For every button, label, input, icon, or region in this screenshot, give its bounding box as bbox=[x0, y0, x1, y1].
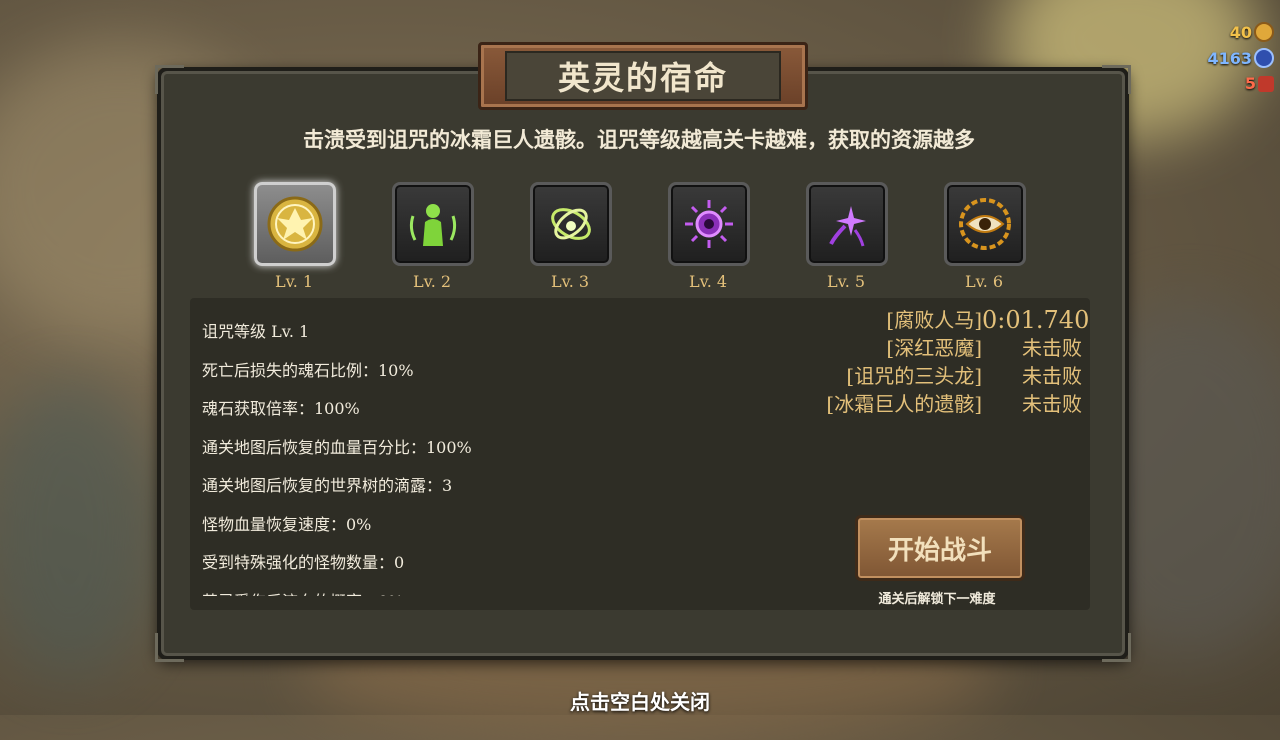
lives-counter: 5 bbox=[1245, 74, 1274, 93]
curse-level-label: Lv. 6 bbox=[964, 272, 1004, 291]
title-plate: 英灵的宿命 bbox=[478, 42, 808, 110]
soul-value: 4163 bbox=[1207, 48, 1252, 68]
stat-bleed-chance: 英灵受伤后流血的概率：0% bbox=[202, 588, 602, 597]
boss-record: [诅咒的三头龙] 未击败 bbox=[752, 362, 1082, 390]
curse-level-icon-frame[interactable] bbox=[254, 182, 336, 266]
boss-record: [腐败人马] 0:01.740 bbox=[752, 306, 1090, 334]
boss-records: [腐败人马] 0:01.740 [深红恶魔] 未击败 [诅咒的三头龙] 未击败 … bbox=[752, 306, 1090, 418]
boss-clear-time: 0:01.740 bbox=[982, 306, 1090, 334]
purple-eye-burst-icon bbox=[685, 200, 733, 248]
stat-monster-regen: 怪物血量恢复速度：0% bbox=[202, 514, 372, 534]
curse-level-label: Lv. 4 bbox=[688, 272, 728, 291]
soul-stone-icon bbox=[1254, 48, 1274, 68]
curse-level-icon-frame[interactable] bbox=[530, 182, 612, 266]
curse-level-label: Lv. 3 bbox=[550, 272, 590, 291]
boss-record: [深红恶魔] 未击败 bbox=[752, 334, 1082, 362]
curse-level-icon-frame[interactable] bbox=[944, 182, 1026, 266]
details-panel: 诅咒等级 Lv. 1 死亡后损失的魂石比例：10% 魂石获取倍率：100% 通关… bbox=[190, 298, 1090, 610]
boss-status: 未击败 bbox=[1022, 392, 1082, 416]
golden-eye-icon bbox=[959, 198, 1011, 250]
stat-enhanced-monsters: 受到特殊强化的怪物数量：0 bbox=[202, 553, 405, 572]
background-blur bbox=[0, 380, 160, 680]
curse-level-6[interactable]: Lv. 6 bbox=[944, 182, 1026, 291]
panel-corner-decoration bbox=[1102, 65, 1131, 94]
purple-sparkle-icon bbox=[829, 206, 866, 247]
dialog-description: 击溃受到诅咒的冰霜巨人遗骸。诅咒等级越高关卡越难，获取的资源越多 bbox=[303, 127, 975, 152]
curse-level-5[interactable]: Lv. 5 bbox=[806, 182, 888, 291]
curse-stats-list[interactable]: 诅咒等级 Lv. 1 死亡后损失的魂石比例：10% 魂石获取倍率：100% 通关… bbox=[202, 318, 602, 596]
panel-corner-decoration bbox=[155, 65, 184, 94]
gold-coin-icon bbox=[1254, 22, 1274, 42]
curse-level-4[interactable]: Lv. 4 bbox=[668, 182, 750, 291]
boss-name: [冰霜巨人的遗骸] bbox=[826, 392, 982, 416]
stat-soulstone-multiplier: 魂石获取倍率：100% bbox=[202, 399, 360, 418]
soul-counter: 4163 bbox=[1207, 48, 1274, 68]
curse-level-label: Lv. 2 bbox=[412, 272, 452, 291]
curse-level-icon-frame[interactable] bbox=[392, 182, 474, 266]
stat-world-tree-dew: 通关地图后恢复的世界树的滴露：3 bbox=[202, 476, 453, 495]
green-swirl-icon bbox=[551, 208, 591, 240]
curse-level-label: Lv. 5 bbox=[826, 272, 866, 291]
boss-record: [冰霜巨人的遗骸] 未击败 bbox=[752, 390, 1082, 418]
curse-level-label: Lv. 1 bbox=[274, 272, 314, 291]
curse-level-3[interactable]: Lv. 3 bbox=[530, 182, 612, 291]
curse-level-1[interactable]: Lv. 1 bbox=[254, 182, 336, 291]
stat-hp-recovery: 通关地图后恢复的血量百分比：100% bbox=[202, 437, 472, 457]
panel-corner-decoration bbox=[1102, 633, 1131, 662]
panel-corner-decoration bbox=[155, 633, 184, 662]
stat-soulstone-loss: 死亡后损失的魂石比例：10% bbox=[202, 360, 414, 380]
golden-spirit-icon bbox=[267, 196, 323, 252]
dialog-title: 英灵的宿命 bbox=[505, 51, 781, 101]
curse-level-2[interactable]: Lv. 2 bbox=[392, 182, 474, 291]
gold-value: 40 bbox=[1229, 22, 1252, 42]
flame-icon bbox=[1258, 75, 1274, 92]
lives-value: 5 bbox=[1244, 74, 1256, 93]
boss-status: 未击败 bbox=[1022, 336, 1082, 360]
unlock-hint: 通关后解锁下一难度 bbox=[878, 592, 996, 607]
start-battle-button[interactable]: 开始战斗 bbox=[855, 515, 1025, 581]
boss-name: [诅咒的三头龙] bbox=[846, 364, 982, 388]
boss-status: 未击败 bbox=[1022, 364, 1082, 388]
boss-name: [深红恶魔] bbox=[886, 336, 982, 360]
boss-name: [腐败人马] bbox=[886, 308, 982, 332]
curse-level-icon-frame[interactable] bbox=[806, 182, 888, 266]
close-hint[interactable]: 点击空白处关闭 bbox=[0, 686, 1280, 715]
gold-counter: 40 bbox=[1230, 22, 1274, 42]
stat-curse-level: 诅咒等级 Lv. 1 bbox=[202, 322, 310, 341]
green-figure-icon bbox=[409, 204, 457, 246]
curse-level-icon-frame[interactable] bbox=[668, 182, 750, 266]
